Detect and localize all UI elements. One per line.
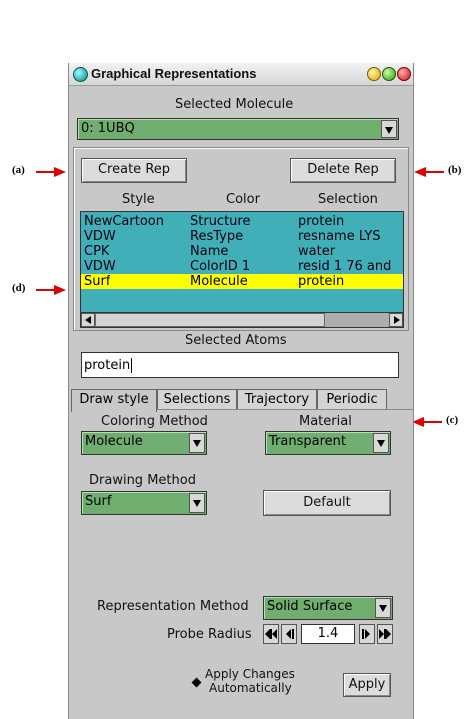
arrow-b-shaft bbox=[424, 171, 444, 173]
selected-molecule-label: Selected Molecule bbox=[175, 97, 294, 112]
close-button[interactable] bbox=[397, 67, 411, 81]
graphical-representations-window: Graphical Representations Selected Molec… bbox=[68, 63, 414, 719]
zoom-button[interactable] bbox=[382, 67, 396, 81]
selected-atoms-input[interactable]: protein bbox=[81, 352, 399, 378]
rep-selection: protein bbox=[298, 274, 345, 289]
tab-periodic[interactable]: Periodic bbox=[317, 389, 387, 410]
chevron-down-icon[interactable] bbox=[375, 598, 391, 618]
arrow-d-shaft bbox=[36, 289, 56, 291]
arrow-c-shaft bbox=[422, 421, 442, 423]
coloring-method-select[interactable]: Molecule bbox=[81, 431, 207, 455]
selected-atoms-value: protein bbox=[84, 358, 131, 373]
probe-radius-value: 1.4 bbox=[317, 626, 339, 641]
annotation-b: (b) bbox=[448, 164, 462, 176]
create-rep-button[interactable]: Create Rep bbox=[81, 158, 187, 183]
coloring-method-label: Coloring Method bbox=[101, 414, 208, 429]
rep-row[interactable]: NewCartoon Structure protein bbox=[81, 214, 403, 229]
rep-style: NewCartoon bbox=[84, 214, 164, 229]
rep-style: Surf bbox=[84, 274, 111, 289]
scroll-left-icon[interactable] bbox=[81, 313, 95, 327]
rep-row[interactable]: VDW ColorID 1 resid 1 76 and bbox=[81, 259, 403, 274]
scroll-right-icon[interactable] bbox=[389, 313, 403, 327]
rep-selection: protein bbox=[298, 214, 345, 229]
apply-changes-label-line1: Apply Changes bbox=[205, 667, 295, 681]
chevron-down-icon[interactable] bbox=[381, 120, 397, 138]
material-value: Transparent bbox=[269, 434, 346, 449]
tab-divider bbox=[157, 409, 413, 410]
rep-color: ColorID 1 bbox=[190, 259, 251, 274]
tab-draw-style[interactable]: Draw style bbox=[71, 389, 157, 412]
rep-row[interactable]: VDW ResType resname LYS bbox=[81, 229, 403, 244]
chevron-down-icon[interactable] bbox=[373, 433, 389, 453]
molecule-select-value: 0: 1UBQ bbox=[81, 121, 135, 136]
probe-increase-icon[interactable] bbox=[359, 624, 375, 644]
arrow-a-shaft bbox=[36, 171, 56, 173]
delete-rep-button[interactable]: Delete Rep bbox=[290, 158, 396, 183]
material-label: Material bbox=[299, 414, 352, 429]
probe-increase-fast-icon[interactable] bbox=[377, 624, 393, 644]
tab-selections[interactable]: Selections bbox=[157, 389, 237, 410]
rep-color: Molecule bbox=[190, 274, 248, 289]
apply-automatically-toggle-icon[interactable] bbox=[191, 677, 202, 688]
minimize-button[interactable] bbox=[367, 67, 381, 81]
drawing-method-select[interactable]: Surf bbox=[81, 491, 207, 515]
coloring-method-value: Molecule bbox=[85, 434, 143, 449]
rep-row-selected[interactable]: Surf Molecule protein bbox=[81, 274, 403, 289]
drawing-method-label: Drawing Method bbox=[89, 473, 196, 488]
rep-selection: water bbox=[298, 244, 336, 259]
title-bar[interactable]: Graphical Representations bbox=[69, 63, 413, 86]
representation-method-label: Representation Method bbox=[97, 599, 249, 614]
apply-button[interactable]: Apply bbox=[343, 673, 391, 697]
annotation-d: (d) bbox=[12, 282, 26, 294]
rep-style: CPK bbox=[84, 244, 110, 259]
rep-color: ResType bbox=[190, 229, 244, 244]
scroll-thumb[interactable] bbox=[95, 313, 325, 327]
selected-atoms-label: Selected Atoms bbox=[185, 333, 287, 348]
annotation-a: (a) bbox=[12, 164, 25, 176]
rep-selection: resid 1 76 and bbox=[298, 259, 392, 274]
drawing-method-value: Surf bbox=[85, 494, 112, 509]
window-title: Graphical Representations bbox=[91, 66, 257, 81]
probe-decrease-icon[interactable] bbox=[281, 624, 297, 644]
chevron-down-icon[interactable] bbox=[189, 433, 205, 453]
app-icon bbox=[73, 67, 88, 82]
molecule-select[interactable]: 0: 1UBQ bbox=[77, 118, 399, 140]
probe-radius-input[interactable]: 1.4 bbox=[301, 624, 355, 644]
horizontal-scrollbar[interactable] bbox=[80, 312, 404, 328]
chevron-down-icon[interactable] bbox=[189, 493, 205, 513]
column-header-selection: Selection bbox=[318, 192, 378, 207]
rep-style: VDW bbox=[84, 259, 116, 274]
probe-decrease-fast-icon[interactable] bbox=[263, 624, 279, 644]
annotation-c: (c) bbox=[446, 414, 459, 426]
column-header-color: Color bbox=[226, 192, 260, 207]
material-select[interactable]: Transparent bbox=[265, 431, 391, 455]
rep-color: Structure bbox=[190, 214, 251, 229]
arrow-a-head bbox=[54, 167, 66, 177]
column-header-style: Style bbox=[122, 192, 155, 207]
representations-list[interactable]: NewCartoon Structure protein VDW ResType… bbox=[80, 211, 404, 313]
representations-panel: Create Rep Delete Rep Style Color Select… bbox=[73, 147, 409, 331]
rep-color: Name bbox=[190, 244, 229, 259]
rep-selection: resname LYS bbox=[298, 229, 381, 244]
representation-method-value: Solid Surface bbox=[267, 599, 353, 614]
apply-changes-label-line2: Automatically bbox=[209, 681, 292, 695]
arrow-d-head bbox=[54, 285, 66, 295]
representation-method-select[interactable]: Solid Surface bbox=[263, 596, 393, 620]
rep-style: VDW bbox=[84, 229, 116, 244]
tab-trajectory[interactable]: Trajectory bbox=[237, 389, 317, 410]
default-button[interactable]: Default bbox=[263, 490, 391, 516]
rep-row[interactable]: CPK Name water bbox=[81, 244, 403, 259]
probe-radius-label: Probe Radius bbox=[167, 627, 252, 642]
